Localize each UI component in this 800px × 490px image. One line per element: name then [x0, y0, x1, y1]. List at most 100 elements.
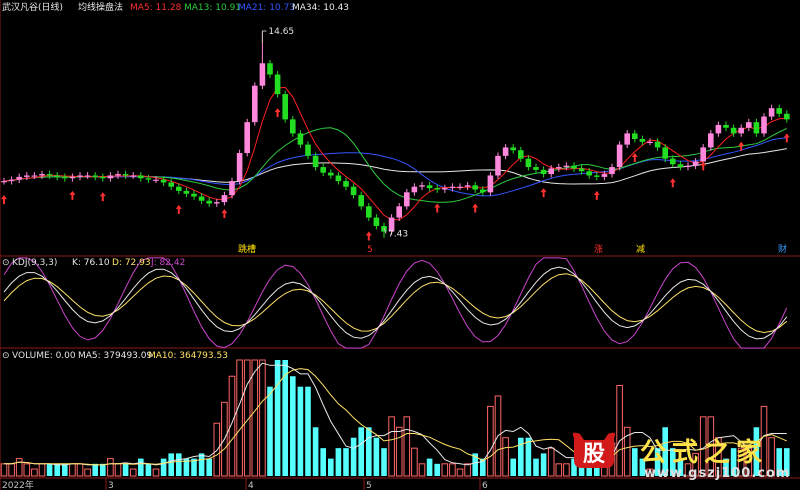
- candle-body: [244, 122, 250, 154]
- candle-body: [624, 133, 630, 145]
- ma-label-4: MA34: 10.43: [292, 3, 349, 13]
- volume-bar: [15, 458, 23, 477]
- candle-body: [746, 122, 752, 128]
- candle-body: [366, 206, 372, 218]
- candle-body: [24, 175, 30, 177]
- volume-bar: [206, 458, 212, 476]
- volume-bar: [62, 463, 68, 476]
- volume-bar: [381, 448, 387, 476]
- volume-bar: [259, 359, 266, 477]
- candle-body: [730, 127, 737, 134]
- candle-body: [419, 185, 425, 187]
- volume-bar: [267, 386, 273, 476]
- candle-body: [176, 186, 182, 191]
- candle-body: [335, 175, 342, 182]
- buy-signal-arrow: [274, 108, 281, 118]
- candle-body: [784, 113, 790, 120]
- candle-body: [274, 74, 281, 95]
- high-price-label: 14.65: [268, 27, 294, 37]
- candle-body: [16, 176, 22, 180]
- ma-label-3: MA21: 10.73: [238, 3, 295, 13]
- kdj-k-line: [3, 266, 788, 340]
- candle-body: [670, 158, 676, 165]
- ma34-line: [3, 148, 787, 185]
- candle-body: [518, 150, 524, 159]
- candle-body: [305, 144, 311, 156]
- ma13-line: [3, 127, 788, 203]
- volume-title: VOLUME: 0.00: [12, 351, 76, 361]
- candle-body: [685, 165, 691, 168]
- volume-bar: [122, 463, 129, 476]
- candle-body: [647, 141, 653, 144]
- stock-chart-window: 14.65 7.43 武汉凡谷(日线) 均线操盘法 MA5: 11.28 MA13: 10…: [0, 0, 800, 490]
- candle-body: [426, 185, 433, 189]
- candle-body: [411, 186, 418, 193]
- volume-bar: [403, 416, 411, 477]
- candle-body: [715, 124, 722, 134]
- candle-body: [434, 188, 440, 190]
- ma5-line: [3, 86, 787, 221]
- candle-body: [168, 182, 174, 187]
- candle-body: [214, 202, 220, 204]
- kdj-title-icon: ⊙: [2, 258, 10, 268]
- volume-bar: [160, 458, 167, 476]
- kdj-j-label: J: 82.42: [150, 258, 185, 268]
- volume-bar: [547, 447, 555, 477]
- signal-tag: 财: [778, 243, 787, 255]
- candle-body: [753, 122, 760, 134]
- kdj-title: KDJ(9,3,3): [12, 258, 57, 268]
- candle-body: [776, 108, 782, 114]
- signal-tag: 跳槽: [238, 243, 256, 255]
- candle-body: [236, 153, 243, 182]
- volume-bar: [0, 463, 8, 477]
- volume-bar: [540, 453, 547, 476]
- candle-body: [495, 155, 501, 176]
- volume-bar: [426, 458, 433, 476]
- watermark-logo-icon: 股: [572, 432, 616, 468]
- candle-body: [616, 144, 623, 168]
- candle-body: [252, 85, 258, 123]
- candle-body: [708, 133, 714, 148]
- volume-bar: [138, 458, 144, 476]
- volume-bar: [84, 468, 91, 477]
- stock-name: 武汉凡谷(日线): [2, 1, 63, 13]
- ma-label-1: MA5: 11.28: [130, 3, 182, 13]
- x-axis-label: 6: [482, 481, 488, 490]
- volume-bar: [145, 463, 152, 476]
- volume-bar: [533, 458, 539, 476]
- buy-signal-arrow: [99, 192, 106, 202]
- volume-bar: [38, 463, 46, 477]
- candle-body: [282, 94, 288, 120]
- volume-bar: [366, 427, 372, 476]
- volume-bar: [525, 437, 532, 476]
- candle-body: [457, 186, 463, 188]
- volume-bar: [290, 376, 296, 476]
- buy-signal-arrow: [175, 204, 182, 214]
- candle-body: [320, 167, 326, 173]
- candle-body: [768, 108, 775, 117]
- candle-body: [39, 174, 45, 176]
- candle-body: [350, 186, 357, 196]
- volume-bar: [395, 426, 403, 477]
- candle-body: [533, 167, 539, 170]
- watermark-url: www.gszj100.com: [644, 466, 791, 481]
- candle-body: [160, 179, 167, 183]
- buy-signal-arrow: [1, 195, 7, 205]
- candle-body: [487, 175, 494, 193]
- candle-body: [297, 133, 304, 145]
- volume-bar: [129, 468, 137, 477]
- candle-body: [92, 175, 98, 177]
- candle-body: [183, 190, 190, 194]
- candle-body: [464, 185, 471, 187]
- volume-bar: [54, 463, 60, 476]
- candle-body: [77, 175, 83, 177]
- candle-body: [62, 176, 68, 179]
- volume-bar: [449, 463, 456, 477]
- x-axis-label: 2022年: [2, 479, 34, 490]
- candle-body: [594, 175, 600, 177]
- watermark-logo-text: 股: [583, 442, 605, 467]
- candle-body: [692, 161, 699, 166]
- candle-body: [122, 174, 129, 176]
- candle-body: [662, 147, 668, 159]
- candle-body: [145, 178, 152, 180]
